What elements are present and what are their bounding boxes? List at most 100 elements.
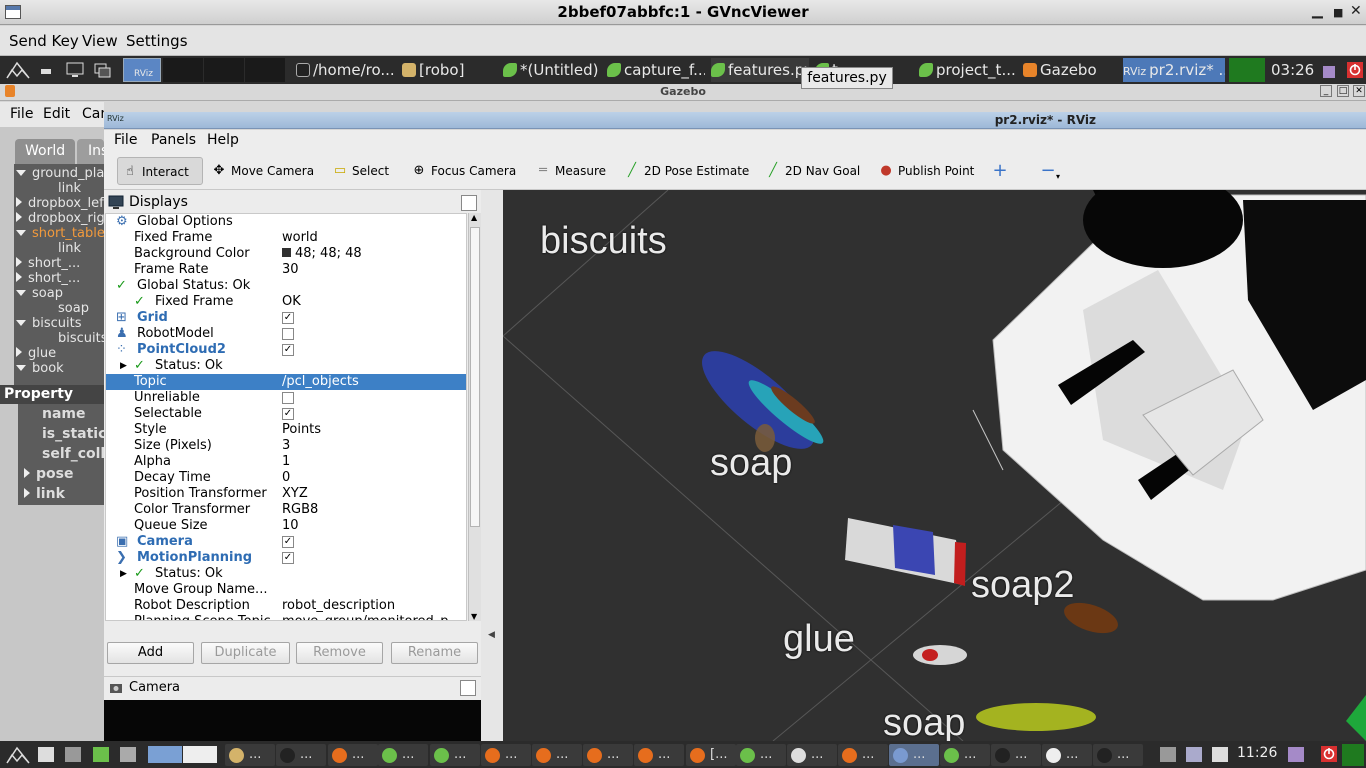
display-row-value[interactable]: XYZ [282,486,308,502]
enabled-checkbox[interactable]: ✓ [282,312,294,324]
display-row[interactable]: ⊞ Grid ✓ [106,310,466,326]
start-menu-icon[interactable] [4,58,32,82]
user-icon[interactable] [1288,747,1304,762]
tool-publish-point[interactable]: ● Publish Point [874,157,974,185]
top-clock[interactable]: 03:26 [1271,58,1315,82]
add-tool-button[interactable]: + [988,157,1008,185]
collapsed-arrow-icon[interactable] [16,272,22,282]
rviz-menu-file[interactable]: File [114,132,137,148]
task-features[interactable]: features.py [711,58,809,82]
display-row-value[interactable]: Points [282,422,321,438]
display-row[interactable]: ▶ ✓ Status: Ok [106,566,466,582]
monitor-icon[interactable] [65,747,81,762]
display-row[interactable]: Decay Time 0 [106,470,466,486]
task-project[interactable]: project_t... [919,58,1017,82]
user-icon[interactable] [1320,58,1338,82]
workspace-4[interactable] [245,58,285,82]
tab-insert[interactable]: Insert [77,139,104,165]
vertical-scrollbar[interactable]: ▲ ▼ [468,213,481,621]
display-row[interactable]: ♟ RobotModel [106,326,466,342]
tool-move-camera[interactable]: ✥ Move Camera [207,157,315,185]
display-row-value[interactable]: RGB8 [282,502,318,518]
display-row-value[interactable]: world [282,230,318,246]
bottom-task-button[interactable]: ... [838,744,888,766]
display-row[interactable]: Alpha 1 [106,454,466,470]
display-row-value[interactable]: 48; 48; 48 [282,246,362,262]
expanded-arrow-icon[interactable] [16,230,26,236]
display-row[interactable]: ⚙ Global Options [106,214,466,230]
enabled-checkbox[interactable]: ✓ [282,536,294,548]
collapsed-arrow-icon[interactable] [16,347,22,357]
gazebo-menu-camera[interactable]: Camera [82,106,104,122]
scroll-thumb[interactable] [470,227,480,527]
property-row[interactable]: link [18,485,104,504]
menu-view[interactable]: View [82,32,118,50]
display-row[interactable]: Move Group Name... [106,582,466,598]
rviz-menu-panels[interactable]: Panels [151,132,196,148]
collapsed-arrow-icon[interactable] [16,212,22,222]
property-row[interactable]: is_static [18,425,106,444]
scroll-down-icon[interactable]: ▼ [471,612,477,621]
enabled-checkbox[interactable]: ✓ [282,552,294,564]
display-row-value[interactable]: 3 [282,438,290,454]
tree-item[interactable]: book [16,361,64,376]
display-row[interactable]: ✓ Fixed Frame OK [106,294,466,310]
windows-icon[interactable] [120,747,136,762]
bottom-task-button[interactable]: ... [481,744,531,766]
display-row[interactable]: ✓ Global Status: Ok [106,278,466,294]
task-rviz[interactable]: RViz pr2.rviz* ... [1123,58,1225,82]
display-row-value[interactable]: 0 [282,470,290,486]
workspace-2[interactable] [163,58,203,82]
show-desktop-icon[interactable] [38,747,54,762]
bottom-task-button[interactable]: ... [583,744,633,766]
tree-item[interactable]: dropbox_right [16,211,118,226]
display-row[interactable]: Planning Scene Topic move_group/monitored… [106,614,466,620]
enabled-checkbox[interactable]: ✓ [282,408,294,420]
display-row[interactable]: ⁘ PointCloud2 ✓ [106,342,466,358]
enabled-checkbox[interactable] [282,328,294,340]
tree-item[interactable]: dropbox_left [16,196,109,211]
undock-checkbox[interactable] [460,680,476,696]
display-row[interactable]: Color Transformer RGB8 [106,502,466,518]
display-row[interactable]: Selectable ✓ [106,406,466,422]
remove-button[interactable]: Remove [296,642,383,664]
display-row[interactable]: Frame Rate 30 [106,262,466,278]
enabled-checkbox[interactable] [282,392,294,404]
collapsed-arrow-icon[interactable] [24,488,30,498]
duplicate-button[interactable]: Duplicate [201,642,290,664]
display-row[interactable]: ▣ Camera ✓ [106,534,466,550]
tree-item[interactable]: soap [16,286,63,301]
network-icon[interactable] [1160,747,1176,762]
bottom-task-button[interactable]: ... [378,744,428,766]
expanded-arrow-icon[interactable] [16,290,26,296]
tool-focus-camera[interactable]: ⊕ Focus Camera [407,157,517,185]
collapsed-arrow-icon[interactable] [24,468,30,478]
tree-item[interactable]: short_table [16,226,105,241]
bottom-task-button[interactable]: ... [276,744,326,766]
tool-2d-pose-estimate[interactable]: ╱ 2D Pose Estimate [620,157,749,185]
bottom-task-button[interactable]: ... [1042,744,1092,766]
tree-item[interactable]: glue [16,346,56,361]
display-row[interactable]: Unreliable [106,390,466,406]
tree-item[interactable]: biscuits [16,316,82,331]
tool-interact[interactable]: ☝ Interact [117,157,203,185]
undock-checkbox[interactable] [461,195,477,211]
bottom-task-button[interactable]: [... [686,744,736,766]
property-row[interactable]: self_collide [18,445,130,464]
bottom-task-button[interactable]: ... [532,744,582,766]
panel-splitter[interactable]: ◀ [481,190,503,741]
display-row[interactable]: Style Points [106,422,466,438]
collapsed-arrow-icon[interactable] [16,257,22,267]
display-row[interactable]: ❯ MotionPlanning ✓ [106,550,466,566]
display-icon[interactable] [1186,747,1202,762]
close-icon[interactable]: ✕ [1350,3,1362,19]
remove-tool-button[interactable]: − ▾ [1036,157,1060,185]
expanded-arrow-icon[interactable] [16,365,26,371]
bottom-clock[interactable]: 11:26 [1237,745,1277,761]
start-menu-icon[interactable] [4,743,32,767]
task-terminal[interactable]: /home/ro... [296,58,396,82]
tree-item[interactable]: biscuits [58,331,108,346]
enabled-checkbox[interactable]: ✓ [282,344,294,356]
display-row-value[interactable]: 1 [282,454,290,470]
expanded-arrow-icon[interactable] [16,170,26,176]
